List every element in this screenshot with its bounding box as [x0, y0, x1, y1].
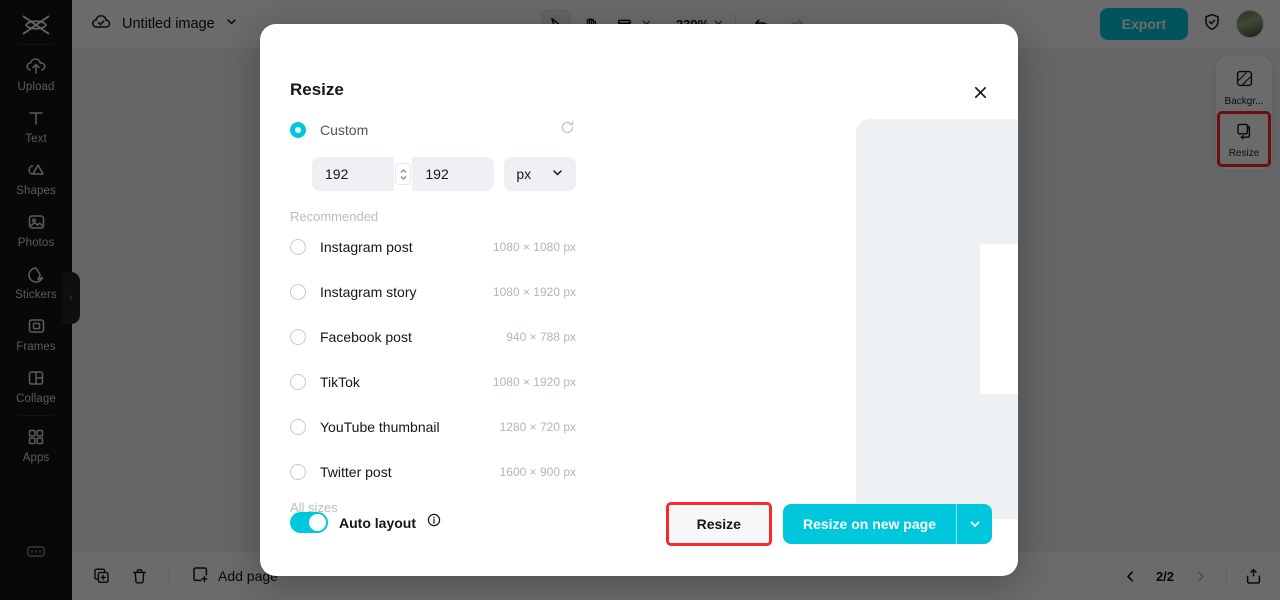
- chevron-down-icon[interactable]: [956, 504, 992, 544]
- recommended-label: Recommended: [290, 209, 379, 224]
- preset-dimensions: 1080 × 1080 px: [492, 239, 576, 254]
- unit-value: px: [516, 166, 532, 182]
- modal-actions: Resize Resize on new page: [665, 502, 992, 546]
- preset-name: TikTok: [320, 373, 360, 390]
- custom-size-option[interactable]: Custom: [290, 116, 576, 144]
- preset-radio[interactable]: [290, 238, 306, 255]
- preset-youtube-thumbnail[interactable]: YouTube thumbnail 1280 × 720 px: [290, 404, 576, 449]
- height-input[interactable]: [412, 157, 495, 191]
- close-x-icon[interactable]: [968, 80, 992, 104]
- custom-radio[interactable]: [290, 122, 306, 138]
- preset-twitter-post[interactable]: Twitter post 1600 × 900 px: [290, 449, 576, 494]
- preset-dimensions: 1280 × 720 px: [499, 419, 576, 434]
- custom-label: Custom: [320, 122, 369, 138]
- resize-options-panel: Custom px: [290, 116, 576, 515]
- preset-tiktok[interactable]: TikTok 1080 × 1920 px: [290, 359, 576, 404]
- unit-select[interactable]: px: [504, 157, 576, 191]
- preset-radio[interactable]: [290, 373, 306, 390]
- preview-photo: [980, 244, 1018, 394]
- resize-on-new-page-button[interactable]: Resize on new page: [782, 504, 956, 544]
- preset-name: Instagram post: [320, 238, 413, 255]
- reset-circular-arrow-icon[interactable]: [559, 119, 576, 141]
- modal-title: Resize: [290, 80, 344, 99]
- info-circle-icon[interactable]: [427, 513, 441, 532]
- preset-radio[interactable]: [290, 283, 306, 300]
- preset-dimensions: 1600 × 900 px: [499, 464, 576, 479]
- preset-dimensions: 940 × 788 px: [506, 329, 576, 344]
- preset-name: YouTube thumbnail: [320, 418, 440, 435]
- resize-preview-area: [856, 119, 1018, 519]
- resize-button-highlight: Resize: [665, 502, 772, 546]
- resize-modal: Resize Custom 192 192 px Recommended Ins…: [260, 24, 1018, 576]
- modal-footer: Auto layout Resize Resize on new page: [260, 498, 1018, 576]
- auto-layout-label: Auto layout: [339, 514, 416, 531]
- preset-name: Facebook post: [320, 328, 412, 345]
- preset-radio[interactable]: [290, 328, 306, 345]
- preset-dimensions: 1080 × 1920 px: [492, 374, 576, 389]
- resize-button[interactable]: Resize: [668, 505, 769, 543]
- preset-dimensions: 1080 × 1920 px: [492, 284, 576, 299]
- preset-list: Instagram post 1080 × 1080 px Instagram …: [290, 224, 576, 494]
- preset-name: Instagram story: [320, 283, 417, 300]
- preset-facebook-post[interactable]: Facebook post 940 × 788 px: [290, 314, 576, 359]
- auto-layout-row: Auto layout: [290, 512, 441, 533]
- resize-on-new-page-group[interactable]: Resize on new page: [782, 504, 992, 544]
- link-ratio-icon[interactable]: [395, 163, 412, 185]
- preset-radio[interactable]: [290, 418, 306, 435]
- preset-name: Twitter post: [320, 463, 392, 480]
- toggle-knob: [309, 514, 326, 531]
- preset-radio[interactable]: [290, 463, 306, 480]
- dimension-inputs: px: [290, 157, 576, 191]
- capcut-image-editor: Upload Text Shapes: [0, 0, 1280, 600]
- preset-instagram-story[interactable]: Instagram story 1080 × 1920 px: [290, 269, 576, 314]
- width-input[interactable]: [312, 157, 394, 191]
- preset-instagram-post[interactable]: Instagram post 1080 × 1080 px: [290, 224, 576, 269]
- chevron-down-icon: [551, 166, 564, 182]
- auto-layout-toggle[interactable]: [290, 512, 328, 533]
